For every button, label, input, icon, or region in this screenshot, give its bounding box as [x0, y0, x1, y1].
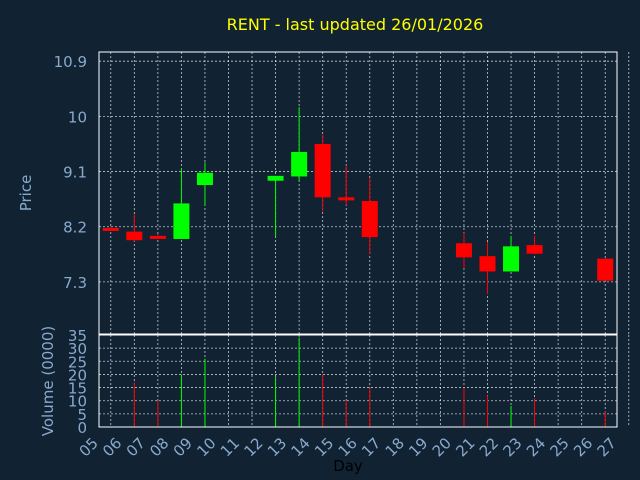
x-tick-label: 06 — [99, 434, 125, 460]
price-tick-label: 10.9 — [54, 53, 87, 71]
x-tick-label: 26 — [570, 434, 596, 460]
x-tick-label: 13 — [264, 434, 290, 460]
x-tick-label: 19 — [405, 434, 431, 460]
x-tick-label: 24 — [523, 434, 549, 460]
plot-frames — [98, 51, 618, 428]
candles — [102, 107, 614, 295]
x-tick-label: 22 — [476, 434, 502, 460]
candle-body — [361, 200, 378, 238]
x-tick-label: 25 — [547, 434, 573, 460]
x-tick-label: 09 — [170, 434, 196, 460]
x-tick-label: 10 — [193, 434, 219, 460]
candle-body — [102, 227, 119, 231]
candle-body — [597, 258, 614, 281]
candle-body — [526, 245, 543, 254]
x-tick-label: 11 — [217, 434, 243, 460]
price-tick-label: 10 — [68, 108, 87, 126]
candle-body — [196, 172, 213, 186]
candle-body — [173, 203, 190, 239]
price-tick-label: 9.1 — [63, 164, 87, 182]
candle-body — [149, 235, 166, 239]
x-tick-label: 12 — [240, 434, 266, 460]
stock-chart: RENT - last updated 26/01/2026 Price Vol… — [17, 15, 630, 475]
x-tick-label: 18 — [382, 434, 408, 460]
price-tick-label: 8.2 — [63, 219, 87, 237]
price-plot-frame — [98, 51, 618, 335]
x-tick-label: 21 — [452, 434, 478, 460]
x-tick-label: 14 — [288, 434, 314, 460]
volume-plot-frame — [98, 334, 618, 428]
candle-body — [455, 243, 472, 258]
candle-body — [338, 197, 355, 201]
price-tick-label: 7.3 — [63, 274, 87, 292]
candle-body — [314, 143, 331, 198]
x-tick-label: 07 — [123, 434, 149, 460]
candle-body — [479, 256, 496, 272]
x-tick-label: 27 — [594, 434, 620, 460]
candle-body — [503, 246, 520, 272]
candle-body — [267, 175, 284, 181]
x-tick-label: 05 — [76, 434, 102, 460]
candle-body — [126, 231, 143, 241]
volume-tick-label: 0 — [77, 419, 87, 437]
x-tick-label: 20 — [429, 434, 455, 460]
grid-lines — [99, 52, 630, 428]
x-tick-label: 08 — [146, 434, 172, 460]
candle-body — [291, 151, 308, 177]
x-tick-label: 23 — [499, 434, 525, 460]
x-axis-label: Day — [333, 457, 363, 475]
volume-axis-label: Volume (0000) — [39, 326, 57, 436]
chart-title: RENT - last updated 26/01/2026 — [227, 15, 484, 34]
price-axis-label: Price — [17, 175, 35, 212]
